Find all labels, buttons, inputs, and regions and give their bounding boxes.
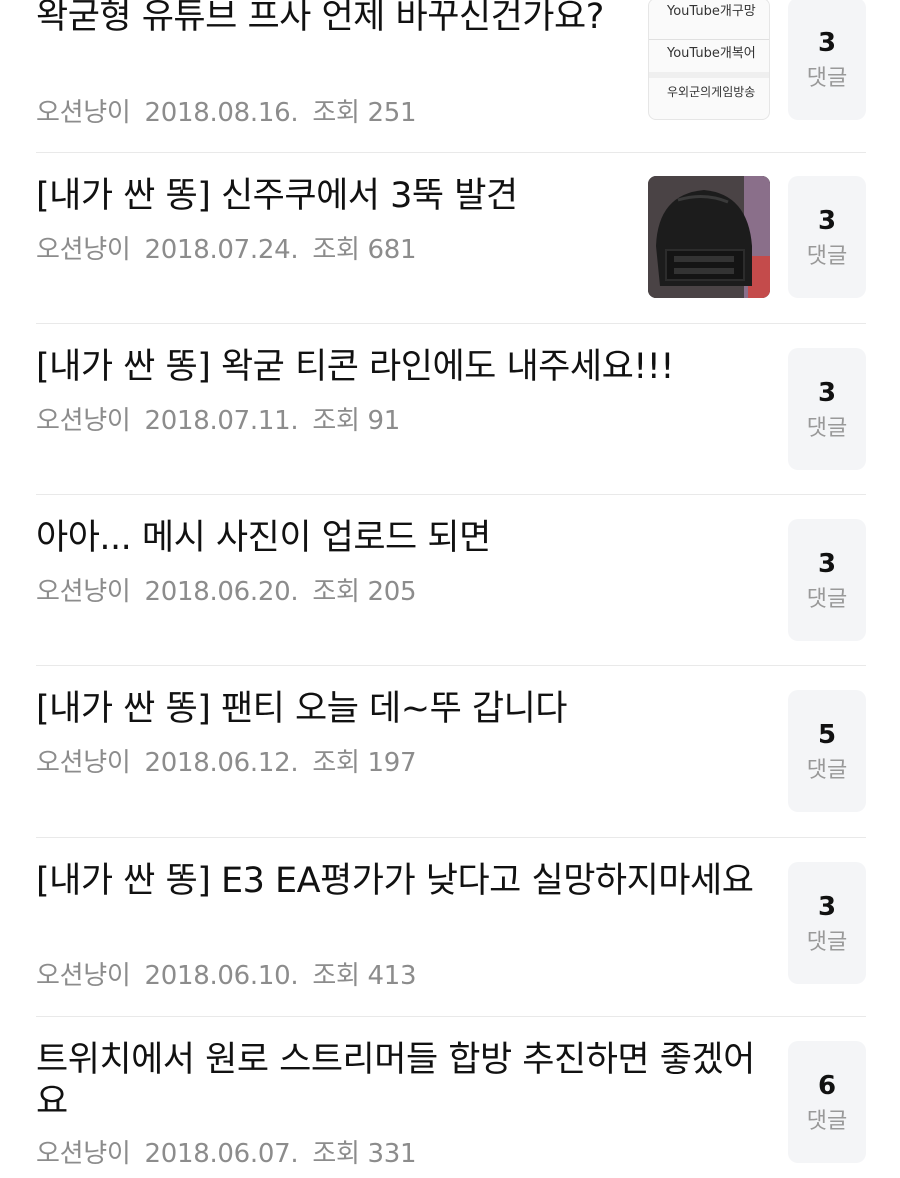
- post-author: 오션냥이: [36, 235, 131, 265]
- post-title[interactable]: [내가 싼 똥] 팬티 오늘 데~뚜 갑니다: [36, 688, 756, 730]
- post-author: 오션냥이: [36, 748, 131, 778]
- post-date: 2018.06.07.: [144, 1139, 299, 1169]
- post-meta: 오션냥이 2018.06.12. 조회 197: [36, 742, 430, 779]
- post-views: 조회 251: [312, 98, 417, 128]
- post-meta: 오션냥이 2018.06.20. 조회 205: [36, 571, 430, 608]
- thumb-text-row: 우외군의게임방송: [667, 85, 756, 99]
- post-date: 2018.06.20.: [144, 577, 299, 607]
- comment-count: 6: [817, 1071, 837, 1101]
- post-item[interactable]: [내가 싼 똥] 팬티 오늘 데~뚜 갑니다 오션냥이 2018.06.12. 조회…: [36, 666, 866, 837]
- post-title[interactable]: 왁굳형 유튜브 프사 언제 바꾸신건가요?: [36, 0, 636, 38]
- post-date: 2018.06.10.: [144, 961, 299, 991]
- comment-count-box[interactable]: 3 댓글: [788, 176, 866, 298]
- post-author: 오션냥이: [36, 1139, 131, 1169]
- thumb-text-row: YouTube개구망: [667, 4, 756, 19]
- comment-count-box[interactable]: 6 댓글: [788, 1041, 866, 1163]
- comment-label: 댓글: [806, 930, 848, 955]
- post-title[interactable]: 트위치에서 원로 스트리머들 합방 추진하면 좋겠어요: [36, 1039, 756, 1123]
- post-author: 오션냥이: [36, 577, 131, 607]
- post-meta: 오션냥이 2018.07.24. 조회 681: [36, 229, 430, 266]
- post-date: 2018.07.24.: [144, 235, 299, 265]
- comment-label: 댓글: [806, 1109, 848, 1134]
- post-meta: 오션냥이 2018.06.07. 조회 331: [36, 1133, 430, 1170]
- post-views: 조회 197: [312, 748, 417, 778]
- comment-count-box[interactable]: 3 댓글: [788, 0, 866, 120]
- comment-count: 3: [817, 28, 837, 58]
- post-author: 오션냥이: [36, 961, 131, 991]
- post-title[interactable]: [내가 싼 똥] E3 EA평가가 낮다고 실망하지마세요: [36, 860, 766, 902]
- post-item[interactable]: [내가 싼 똥] 왁굳 티콘 라인에도 내주세요!!! 오션냥이 2018.07.…: [36, 324, 866, 494]
- comment-count: 5: [817, 720, 837, 750]
- post-date: 2018.07.11.: [144, 406, 299, 436]
- comment-count-box[interactable]: 5 댓글: [788, 690, 866, 812]
- comment-count-box[interactable]: 3 댓글: [788, 862, 866, 984]
- comment-label: 댓글: [806, 758, 848, 783]
- post-title[interactable]: [내가 싼 똥] 왁굳 티콘 라인에도 내주세요!!!: [36, 346, 756, 388]
- post-views: 조회 681: [312, 235, 417, 265]
- post-date: 2018.06.12.: [144, 748, 299, 778]
- post-author: 오션냥이: [36, 98, 131, 128]
- comment-count: 3: [817, 549, 837, 579]
- post-item[interactable]: [내가 싼 똥] E3 EA평가가 낮다고 실망하지마세요 오션냥이 2018.0…: [36, 838, 866, 1016]
- comment-count: 3: [817, 378, 837, 408]
- comment-label: 댓글: [806, 66, 848, 91]
- comment-count-box[interactable]: 3 댓글: [788, 519, 866, 641]
- post-item[interactable]: [내가 싼 똥] 신주쿠에서 3뚝 발견 오션냥이 2018.07.24. 조회 6…: [36, 153, 866, 323]
- post-meta: 오션냥이 2018.07.11. 조회 91: [36, 400, 414, 437]
- post-title[interactable]: [내가 싼 똥] 신주쿠에서 3뚝 발견: [36, 175, 636, 217]
- post-meta: 오션냥이 2018.06.10. 조회 413: [36, 955, 430, 992]
- post-views: 조회 205: [312, 577, 417, 607]
- post-views: 조회 413: [312, 961, 417, 991]
- comment-label: 댓글: [806, 416, 848, 441]
- post-title[interactable]: 아아... 메시 사진이 업로드 되면: [36, 517, 756, 559]
- comment-count: 3: [817, 206, 837, 236]
- post-item[interactable]: 트위치에서 원로 스트리머들 합방 추진하면 좋겠어요 오션냥이 2018.06.…: [36, 1017, 866, 1178]
- post-views: 조회 331: [312, 1139, 417, 1169]
- post-thumbnail[interactable]: [648, 176, 770, 298]
- post-date: 2018.08.16.: [144, 98, 299, 128]
- comment-label: 댓글: [806, 587, 848, 612]
- post-views: 조회 91: [312, 406, 401, 436]
- helmet-icon: [648, 176, 770, 298]
- post-author: 오션냥이: [36, 406, 131, 436]
- post-thumbnail[interactable]: YouTube개구망 YouTube개복어 우외군의게임방송: [648, 0, 770, 120]
- post-item[interactable]: 아아... 메시 사진이 업로드 되면 오션냥이 2018.06.20. 조회 20…: [36, 495, 866, 665]
- post-meta: 오션냥이 2018.08.16. 조회 251: [36, 92, 430, 129]
- post-item[interactable]: 왁굳형 유튜브 프사 언제 바꾸신건가요? 오션냥이 2018.08.16. 조회 …: [36, 0, 866, 152]
- comment-count: 3: [817, 892, 837, 922]
- comment-label: 댓글: [806, 244, 848, 269]
- comment-count-box[interactable]: 3 댓글: [788, 348, 866, 470]
